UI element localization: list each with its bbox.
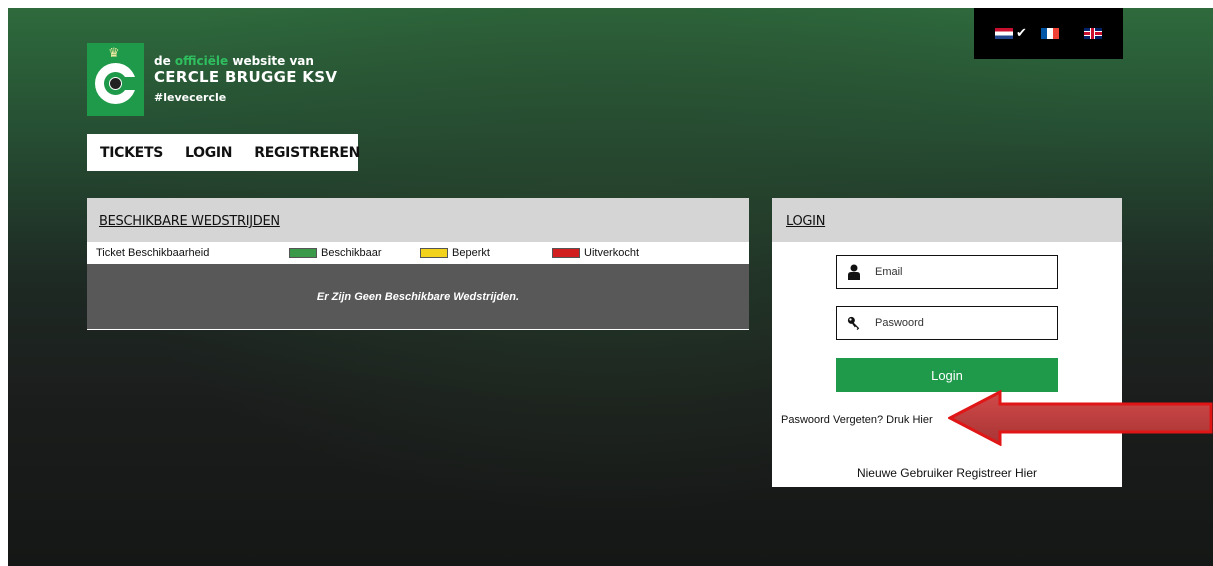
user-icon	[848, 264, 860, 280]
email-field[interactable]	[836, 255, 1058, 289]
flag-nl-icon[interactable]	[995, 28, 1013, 39]
availability-legend: Ticket Beschikbaarheid Beschikbaar Beper…	[87, 242, 749, 264]
selected-language-check-icon: ✔	[1016, 25, 1027, 40]
login-button[interactable]: Login	[836, 358, 1058, 392]
empty-message: Er Zijn Geen Beschikbare Wedstrijden.	[316, 290, 520, 303]
password-input[interactable]	[875, 307, 1045, 339]
empty-state: Er Zijn Geen Beschikbare Wedstrijden.	[87, 264, 749, 330]
legend-sold-out: Uitverkocht	[552, 247, 639, 259]
available-matches-panel: BESCHIKBARE WEDSTRIJDEN Ticket Beschikba…	[87, 198, 749, 330]
nav-login[interactable]: LOGIN	[185, 145, 233, 161]
legend-available: Beschikbaar	[289, 247, 382, 259]
annotation-arrow-icon	[948, 390, 1213, 446]
panel-header: BESCHIKBARE WEDSTRIJDEN	[87, 198, 749, 242]
legend-swatch	[420, 248, 448, 258]
password-field[interactable]	[836, 306, 1058, 340]
legend-limited: Beperkt	[420, 247, 490, 259]
available-matches-title[interactable]: BESCHIKBARE WEDSTRIJDEN	[99, 214, 280, 229]
club-logo[interactable]: ♛	[87, 43, 144, 116]
flag-fr-icon[interactable]	[1041, 28, 1059, 39]
brand-text: de officiële website van CERCLE BRUGGE K…	[154, 54, 338, 104]
nav-register[interactable]: REGISTREREN	[254, 145, 360, 161]
legend-swatch	[289, 248, 317, 258]
key-icon	[847, 316, 860, 330]
nav-tickets[interactable]: TICKETS	[100, 145, 163, 161]
football-icon	[109, 77, 122, 90]
legend-swatch	[552, 248, 580, 258]
hashtag: #levecercle	[154, 91, 227, 104]
register-link[interactable]: Nieuwe Gebruiker Registreer Hier	[772, 466, 1122, 480]
top-nav: TICKETS LOGIN REGISTREREN	[87, 134, 360, 171]
panel-header: LOGIN	[772, 198, 1122, 242]
login-title[interactable]: LOGIN	[786, 214, 825, 229]
club-name: CERCLE BRUGGE KSV	[154, 68, 338, 86]
legend-label: Ticket Beschikbaarheid	[96, 247, 210, 259]
email-input[interactable]	[875, 256, 1045, 288]
flag-uk-icon[interactable]	[1084, 28, 1102, 39]
forgot-password-link[interactable]: Paswoord Vergeten? Druk Hier	[781, 414, 933, 426]
crown-icon: ♛	[108, 45, 120, 60]
